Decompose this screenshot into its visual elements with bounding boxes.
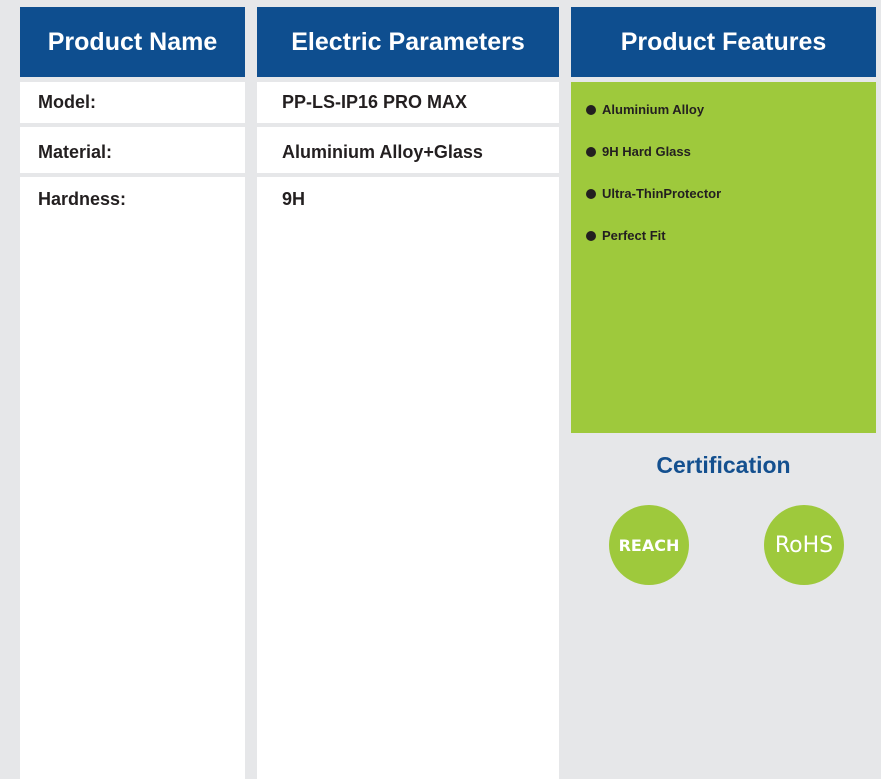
bullet-icon bbox=[586, 104, 596, 115]
row-separator bbox=[257, 123, 559, 127]
header-product-name: Product Name bbox=[20, 7, 245, 77]
row-separator bbox=[20, 123, 245, 127]
row-separator bbox=[257, 173, 559, 177]
bullet-icon bbox=[586, 146, 596, 157]
product-name-column bbox=[20, 82, 245, 779]
certification-title: Certification bbox=[656, 452, 791, 478]
feature-item: Aluminium Alloy bbox=[586, 102, 704, 117]
reach-badge: REACH bbox=[609, 505, 689, 585]
feature-item: 9H Hard Glass bbox=[586, 144, 691, 159]
row-separator bbox=[20, 173, 245, 177]
electric-parameters-column bbox=[257, 82, 559, 779]
header-product-features: Product Features bbox=[571, 7, 876, 77]
label-material: Material: bbox=[38, 142, 113, 162]
product-features-panel: Aluminium Alloy 9H Hard Glass Ultra-Thin… bbox=[571, 82, 876, 433]
value-material: Aluminium Alloy+Glass bbox=[282, 142, 483, 162]
rohs-badge: RoHS bbox=[764, 505, 844, 585]
feature-label: Ultra-ThinProtector bbox=[602, 186, 722, 201]
feature-item: Ultra-ThinProtector bbox=[586, 186, 721, 201]
value-model: PP-LS-IP16 PRO MAX bbox=[282, 92, 468, 112]
label-hardness: Hardness: bbox=[38, 189, 127, 209]
bullet-icon bbox=[586, 230, 596, 241]
label-model: Model: bbox=[38, 92, 96, 112]
value-hardness: 9H bbox=[282, 189, 306, 209]
bullet-icon bbox=[586, 188, 596, 199]
feature-item: Perfect Fit bbox=[586, 228, 666, 243]
header-electric-parameters: Electric Parameters bbox=[257, 7, 559, 77]
reach-badge-label: REACH bbox=[618, 535, 680, 555]
feature-label: 9H Hard Glass bbox=[602, 144, 691, 159]
feature-label: Aluminium Alloy bbox=[602, 102, 705, 117]
rohs-badge-label: RoHS bbox=[774, 532, 834, 558]
feature-label: Perfect Fit bbox=[602, 228, 666, 243]
